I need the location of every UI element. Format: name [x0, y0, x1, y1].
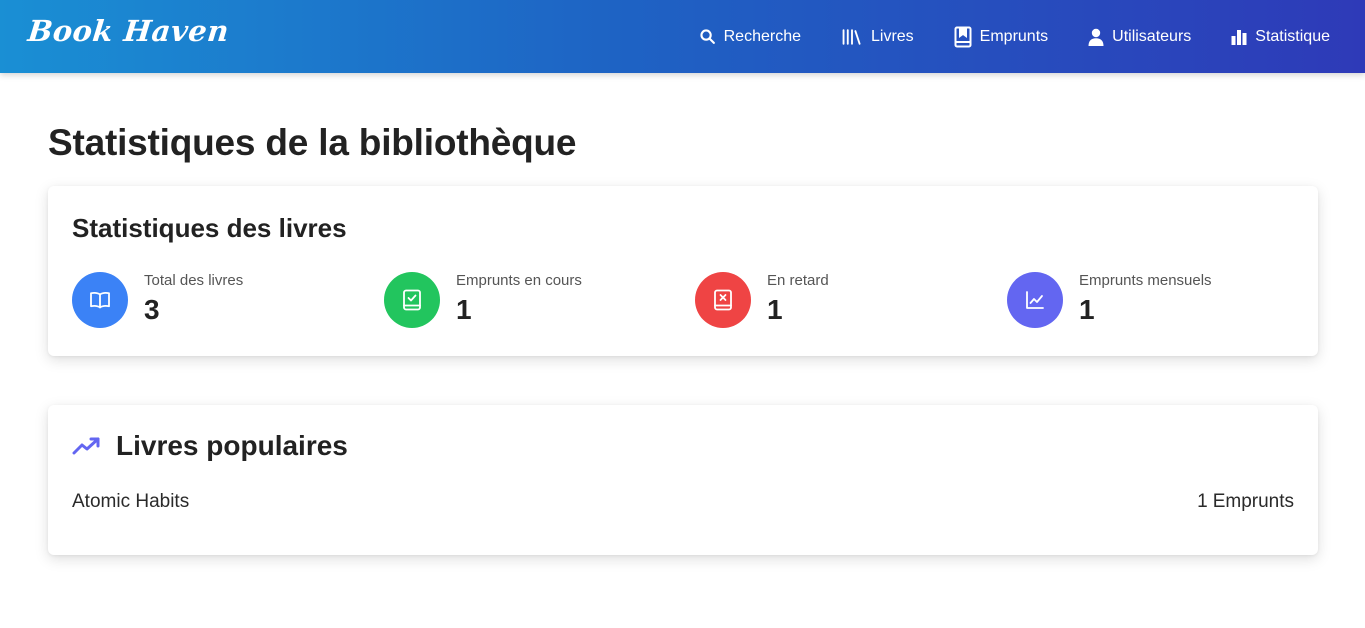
trending-up-icon [72, 437, 100, 455]
stat-value: 1 [1079, 294, 1095, 325]
book-stats-card: Statistiques des livres Total des livres… [48, 186, 1318, 356]
stat-label: Emprunts en cours [456, 272, 582, 289]
stat-icon-circle [1007, 272, 1063, 328]
popular-book-count-value: 1 [1197, 491, 1208, 512]
stat-label: Emprunts mensuels [1079, 272, 1212, 289]
nav-item-users-label: Utilisateurs [1112, 27, 1192, 45]
popular-book-count: 1 Emprunts [1197, 491, 1294, 513]
nav-item-search[interactable]: Recherche [699, 28, 801, 46]
nav-item-books[interactable]: Livres [841, 28, 914, 46]
book-x-icon [714, 289, 732, 311]
navbar: Book Haven Recherche Livres Emprunts Uti… [0, 0, 1365, 73]
search-icon [700, 29, 715, 44]
popular-book-title: Atomic Habits [72, 491, 190, 512]
stat-icon-circle [384, 272, 440, 328]
nav-item-loans-label: Emprunts [979, 27, 1049, 45]
stat-icon-circle [695, 272, 751, 328]
brand-logo[interactable]: Book Haven [26, 14, 231, 48]
book-bookmark-icon [954, 26, 972, 47]
page-title: Statistiques de la bibliothèque [48, 122, 577, 163]
book-stats-title: Statistiques des livres [72, 213, 347, 243]
stat-label: Total des livres [144, 272, 244, 289]
nav-item-books-label: Livres [870, 27, 914, 45]
stat-value: 1 [456, 294, 472, 325]
nav-item-users[interactable]: Utilisateurs [1088, 28, 1191, 46]
popular-books-header: Livres populaires [72, 430, 348, 462]
nav-links: Recherche Livres Emprunts Utilisateurs S… [659, 0, 1330, 73]
stat-value: 3 [144, 294, 160, 325]
nav-item-stats-label: Statistique [1255, 27, 1330, 45]
popular-books-card: Livres populaires Atomic Habits 1 Emprun… [48, 405, 1318, 555]
stat-label: En retard [767, 272, 829, 289]
stat-value: 1 [767, 294, 783, 325]
stat-icon-circle [72, 272, 128, 328]
line-chart-icon [1026, 291, 1044, 309]
nav-item-stats[interactable]: Statistique [1231, 28, 1330, 46]
nav-item-loans[interactable]: Emprunts [954, 26, 1048, 48]
popular-book-count-unit: Emprunts [1212, 491, 1294, 512]
books-icon [842, 28, 861, 45]
popular-books-title: Livres populaires [116, 430, 348, 461]
list-item[interactable]: Atomic Habits 1 Emprunts [72, 491, 1294, 513]
user-icon [1088, 28, 1104, 46]
open-book-icon [90, 292, 110, 309]
nav-item-search-label: Recherche [723, 27, 801, 45]
bar-chart-icon [1231, 29, 1247, 45]
book-check-icon [403, 289, 421, 311]
